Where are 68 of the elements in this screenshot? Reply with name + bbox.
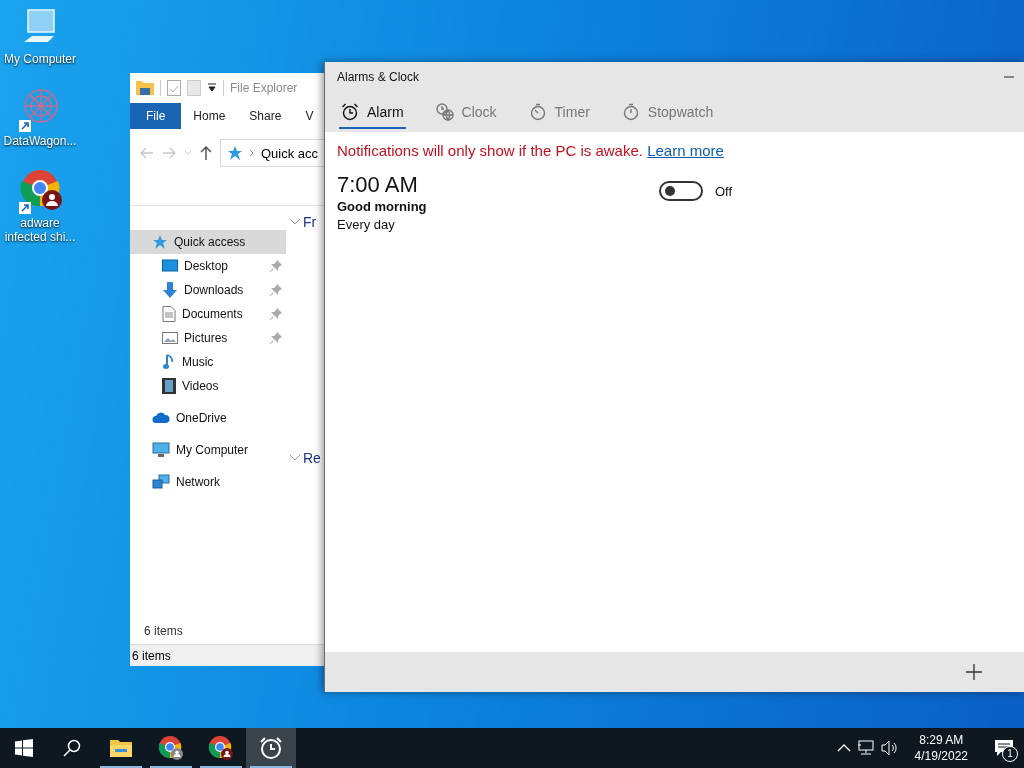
alarm-clock-icon xyxy=(341,103,359,121)
stopwatch-icon xyxy=(621,103,640,121)
nav-item[interactable]: Documents xyxy=(130,302,286,326)
properties-icon xyxy=(167,80,181,96)
search-icon xyxy=(63,739,81,757)
address-bar[interactable]: Quick acc xyxy=(220,139,324,167)
nav-item[interactable]: Network xyxy=(130,470,286,494)
item-count: 6 items xyxy=(144,624,183,638)
nav-item[interactable]: Videos xyxy=(130,374,286,398)
nav-item[interactable]: Desktop xyxy=(130,254,286,278)
nav-item[interactable]: OneDrive xyxy=(130,406,286,430)
alarm-time[interactable]: 7:00 AM xyxy=(337,171,659,199)
taskbar-clock[interactable]: 8:29 AM 4/19/2022 xyxy=(904,732,978,764)
tab[interactable]: Clock xyxy=(431,92,501,132)
section-header[interactable]: Fr xyxy=(289,214,317,230)
chevron-down-icon xyxy=(289,454,301,462)
monitor-icon xyxy=(152,442,170,458)
new-folder-icon xyxy=(187,80,201,96)
tab[interactable]: Timer xyxy=(524,92,594,132)
section-header[interactable]: Re xyxy=(289,450,321,466)
nav-item[interactable]: Music xyxy=(130,350,286,374)
ribbon-tab[interactable]: V xyxy=(293,103,324,129)
nav-item[interactable]: Pictures xyxy=(130,326,286,350)
chevron-down-icon xyxy=(289,218,301,226)
network-icon xyxy=(152,474,170,490)
toggle-label: Off xyxy=(715,183,733,199)
tab[interactable]: Stopwatch xyxy=(617,92,718,132)
document-icon xyxy=(162,306,176,322)
add-icon[interactable] xyxy=(963,661,985,683)
notifications-button[interactable]: 1 xyxy=(984,728,1024,768)
nav-item[interactable]: My Computer xyxy=(130,438,286,462)
up-icon[interactable] xyxy=(200,146,212,160)
chevron-up-icon[interactable] xyxy=(836,743,851,753)
tab[interactable]: Alarm xyxy=(337,92,408,132)
cloud-icon xyxy=(152,412,170,424)
download-arrow-icon xyxy=(162,282,178,298)
folder-icon xyxy=(109,738,133,758)
timer-icon xyxy=(528,103,547,121)
alarm-clock-icon xyxy=(259,736,283,760)
volume-icon[interactable] xyxy=(880,740,899,756)
alarm-name: Good morning xyxy=(337,199,428,214)
ribbon-tab[interactable]: Home xyxy=(181,103,238,129)
folder-icon xyxy=(136,80,154,96)
chevron-right-icon xyxy=(249,149,255,157)
browser-profile-icon xyxy=(158,735,184,761)
status-bar-text: 6 items xyxy=(132,648,171,663)
globe-clock-icon xyxy=(435,103,454,121)
toggle-switch[interactable] xyxy=(659,181,703,201)
window-title: Alarms & Clock xyxy=(337,70,419,84)
dropdown-icon[interactable] xyxy=(207,83,217,93)
alarm-repeat: Every day xyxy=(337,217,396,232)
network-icon[interactable] xyxy=(856,740,875,756)
star-icon xyxy=(227,145,243,161)
ribbon-tab[interactable]: Share xyxy=(237,103,294,129)
star-icon xyxy=(152,234,168,250)
browser-profile-icon xyxy=(208,735,234,761)
pictures-icon xyxy=(162,331,178,345)
taskbar-app[interactable] xyxy=(246,728,296,768)
notice-text: Notifications will only show if the PC is awake. Learn more xyxy=(337,142,725,159)
learn-more-link[interactable]: Learn more xyxy=(647,142,724,159)
film-icon xyxy=(162,378,176,394)
ribbon-tab[interactable]: File xyxy=(130,103,182,129)
nav-item[interactable]: Quick access xyxy=(130,230,286,254)
nav-item[interactable]: Downloads xyxy=(130,278,286,302)
desktop-icon xyxy=(162,259,178,273)
music-note-icon xyxy=(162,354,176,370)
window-title: File Explorer xyxy=(230,81,298,95)
windows-logo-icon xyxy=(15,739,33,757)
